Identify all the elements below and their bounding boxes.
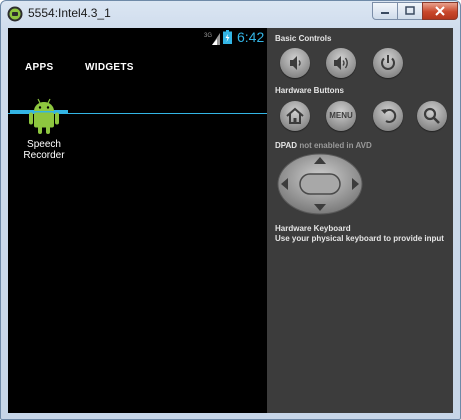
- minimize-button[interactable]: [372, 2, 398, 20]
- minimize-icon: [381, 12, 389, 14]
- hardware-keyboard-info: Hardware Keyboard Use your physical keyb…: [275, 224, 444, 244]
- app-speech-recorder[interactable]: Speech Recorder: [18, 98, 70, 161]
- power-button[interactable]: [373, 48, 403, 78]
- dpad-center-button[interactable]: [299, 173, 341, 195]
- search-icon: [423, 107, 440, 124]
- search-button[interactable]: [417, 101, 447, 131]
- emulator-app-icon: [7, 6, 23, 22]
- tab-apps[interactable]: APPS: [25, 62, 53, 73]
- dpad-note: not enabled in AVD: [299, 141, 372, 150]
- home-button[interactable]: [280, 101, 310, 131]
- emulator-client-area: 3G 6:42 APPS WIDGETS Speech Recorder Bas…: [8, 28, 453, 413]
- launcher-tab-bar: APPS WIDGETS: [8, 54, 267, 114]
- title-bar[interactable]: 5554:Intel4.3_1: [1, 1, 460, 27]
- maximize-icon: [405, 6, 415, 15]
- status-bar: 3G 6:42: [8, 28, 267, 48]
- volume-down-icon: [290, 56, 301, 70]
- emulator-window: 5554:Intel4.3_1 3G 6:42 APPS WIDGETS Spe…: [0, 0, 461, 420]
- volume-up-button[interactable]: [326, 48, 356, 78]
- keyboard-heading: Hardware Keyboard: [275, 224, 351, 233]
- signal-3g-icon: 3G: [204, 33, 220, 45]
- svg-text:3G: 3G: [204, 33, 212, 39]
- android-robot-icon: [29, 98, 59, 134]
- volume-up-icon: [334, 56, 348, 70]
- hardware-buttons-heading: Hardware Buttons: [275, 86, 344, 95]
- dpad-heading: DPAD not enabled in AVD: [275, 141, 372, 150]
- menu-button-label: MENU: [329, 111, 353, 120]
- volume-down-button[interactable]: [280, 48, 310, 78]
- window-title: 5554:Intel4.3_1: [28, 6, 111, 20]
- keyboard-description: Use your physical keyboard to provide in…: [275, 234, 444, 243]
- battery-charging-icon: [223, 30, 232, 44]
- app-label: Speech Recorder: [23, 139, 65, 161]
- close-button[interactable]: [422, 2, 458, 20]
- phone-screen[interactable]: 3G 6:42 APPS WIDGETS Speech Recorder: [8, 28, 267, 413]
- maximize-button[interactable]: [397, 2, 423, 20]
- status-clock: 6:42: [237, 29, 265, 45]
- dpad-control[interactable]: [277, 153, 363, 215]
- basic-controls-heading: Basic Controls: [275, 34, 332, 43]
- power-icon: [381, 55, 395, 70]
- dpad-label: DPAD: [275, 141, 298, 150]
- home-icon: [286, 107, 304, 124]
- back-arrow-icon: [381, 108, 397, 123]
- back-button[interactable]: [373, 101, 403, 131]
- menu-button[interactable]: MENU: [326, 101, 356, 131]
- tab-widgets[interactable]: WIDGETS: [85, 62, 134, 73]
- close-icon: [435, 6, 445, 16]
- emulator-control-panel: Basic Controls Hardware Buttons MENU DPA…: [267, 28, 453, 413]
